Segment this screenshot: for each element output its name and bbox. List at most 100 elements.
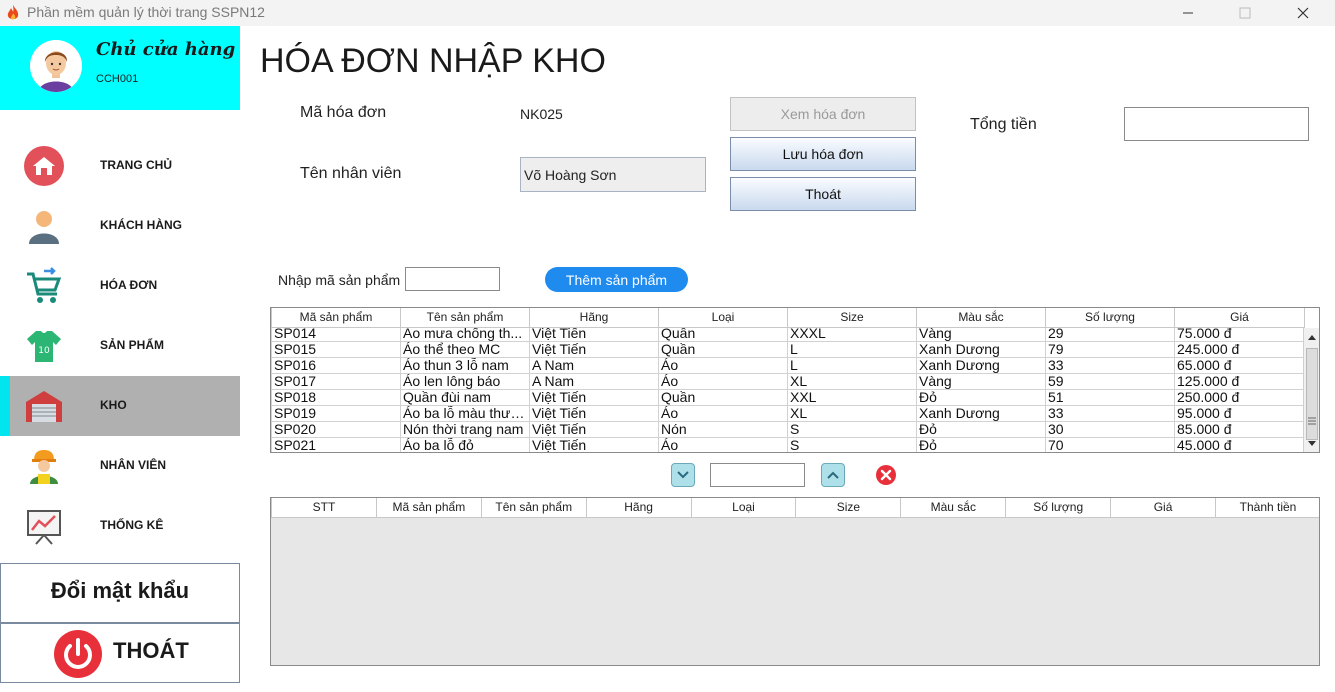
product-table-grid: SP014 Áo mưa chống th... Việt Tiến Quần XXXL…: [271, 328, 1304, 452]
table-cell: Áo mưa chống th...: [400, 328, 530, 342]
save-invoice-button[interactable]: Lưu hóa đơn: [730, 137, 916, 171]
avatar: [30, 40, 82, 92]
table-cell: 95.000 đ: [1174, 405, 1304, 422]
table-cell: SP021: [271, 437, 401, 452]
window-title: Phần mềm quản lý thời trang SSPN12: [27, 4, 265, 20]
table-cell: 125.000 đ: [1174, 373, 1304, 390]
table-cell: Đỏ: [916, 389, 1046, 406]
nav-item-products[interactable]: 10 SẢN PHẨM: [0, 316, 240, 376]
table-cell: Việt Tiến: [529, 328, 659, 342]
table-cell: SP019: [271, 405, 401, 422]
chevron-down-icon: [677, 471, 689, 479]
svg-text:10: 10: [38, 346, 50, 356]
table-cell: Áo thể theo MC: [400, 341, 530, 358]
table-cell: Áo ba lỗ đỏ: [400, 437, 530, 452]
logout-button[interactable]: THOÁT: [0, 623, 240, 683]
scroll-thumb[interactable]: [1306, 348, 1318, 440]
table-cell: 65.000 đ: [1174, 357, 1304, 374]
add-product-button[interactable]: Thêm sản phẩm: [545, 267, 688, 292]
product-code-input[interactable]: [405, 267, 500, 291]
table-row[interactable]: SP019 Áo ba lỗ màu thườ... Việt Tiến Áo XL Xa…: [271, 405, 1304, 422]
column-header[interactable]: Tên sản phẩm: [480, 498, 587, 518]
table-cell: Áo ba lỗ màu thườ...: [400, 405, 530, 422]
table-cell: XL: [787, 405, 917, 422]
nav-item-customers[interactable]: KHÁCH HÀNG: [0, 196, 240, 256]
table-cell: Áo: [658, 405, 788, 422]
table-cell: Quần: [658, 389, 788, 406]
delete-icon: [876, 465, 896, 485]
table-row[interactable]: SP016 Áo thun 3 lỗ nam A Nam Áo L Xanh Dương 3…: [271, 357, 1304, 374]
maximize-icon: [1239, 7, 1251, 19]
active-indicator: [0, 376, 10, 436]
column-header[interactable]: Số lượng: [1045, 308, 1175, 328]
nav-item-invoices[interactable]: HÓA ĐƠN: [0, 256, 240, 316]
nav-item-warehouse[interactable]: KHO: [0, 376, 240, 436]
change-password-button[interactable]: Đổi mật khẩu: [0, 563, 240, 623]
column-header[interactable]: Màu sắc: [900, 498, 1007, 518]
nav-item-statistics[interactable]: THỐNG KÊ: [0, 496, 240, 556]
table-row[interactable]: SP015 Áo thể theo MC Việt Tiến Quần L Xanh Dư…: [271, 341, 1304, 358]
nav-label-customers: KHÁCH HÀNG: [100, 218, 182, 232]
nav-label-invoices: HÓA ĐƠN: [100, 278, 158, 292]
column-header[interactable]: Loại: [690, 498, 797, 518]
table-cell: S: [787, 437, 917, 452]
scroll-grip-icon: [1308, 417, 1316, 425]
table-row[interactable]: SP014 Áo mưa chống th... Việt Tiến Quần XXXL…: [271, 328, 1304, 342]
minimize-button[interactable]: [1165, 0, 1211, 26]
table-cell: 59: [1045, 373, 1175, 390]
title-bar: Phần mềm quản lý thời trang SSPN12: [0, 0, 1335, 26]
close-button[interactable]: [1280, 0, 1326, 26]
cart-table: STT Mã sản phẩm Tên sản phẩm Hãng Loại Size Mà…: [270, 497, 1320, 666]
table-cell: 30: [1045, 421, 1175, 438]
table-cell: SP016: [271, 357, 401, 374]
column-header[interactable]: Số lượng: [1005, 498, 1112, 518]
maximize-button[interactable]: [1222, 0, 1268, 26]
column-header[interactable]: Giá: [1174, 308, 1305, 328]
column-header[interactable]: Size: [787, 308, 917, 328]
customer-icon: [29, 211, 59, 244]
table-cell: 79: [1045, 341, 1175, 358]
column-header[interactable]: STT: [271, 498, 377, 518]
column-header[interactable]: Mã sản phẩm: [271, 308, 401, 328]
increase-button[interactable]: [821, 463, 845, 487]
user-role: Chủ cửa hàng: [96, 39, 236, 60]
table-cell: Đỏ: [916, 437, 1046, 452]
table-cell: Áo: [658, 373, 788, 390]
table-row[interactable]: SP021 Áo ba lỗ đỏ Việt Tiến Áo S Đỏ 70 45.000 đ: [271, 437, 1304, 452]
column-header[interactable]: Hãng: [529, 308, 659, 328]
cart-table-body[interactable]: [271, 518, 1319, 665]
table-cell: SP015: [271, 341, 401, 358]
scroll-up-icon[interactable]: [1304, 330, 1320, 344]
quantity-input[interactable]: [710, 463, 805, 487]
user-panel: Chủ cửa hàng CCH001: [0, 26, 240, 110]
nav-item-staff[interactable]: NHÂN VIÊN: [0, 436, 240, 496]
total-field[interactable]: [1124, 107, 1309, 141]
column-header[interactable]: Màu sắc: [916, 308, 1046, 328]
column-header[interactable]: Thành tiền: [1215, 498, 1319, 518]
column-header[interactable]: Mã sản phẩm: [375, 498, 482, 518]
table-cell: 29: [1045, 328, 1175, 342]
table-cell: 51: [1045, 389, 1175, 406]
table-row[interactable]: SP020 Nón thời trang nam Việt Tiến Nón S Đỏ 30…: [271, 421, 1304, 438]
table-row[interactable]: SP018 Quần đùi nam Việt Tiến Quần XXL Đỏ 51 250…: [271, 389, 1304, 406]
table-cell: Việt Tiến: [529, 421, 659, 438]
column-header[interactable]: Size: [795, 498, 902, 518]
table-cell: Áo thun 3 lỗ nam: [400, 357, 530, 374]
sidebar: Chủ cửa hàng CCH001 TRANG CHỦ KHÁCH HÀNG…: [0, 26, 240, 692]
remove-item-button[interactable]: [874, 463, 898, 487]
table-row[interactable]: SP017 Áo len lông báo A Nam Áo XL Vàng 59 125.0…: [271, 373, 1304, 390]
table-cell: Quần: [658, 328, 788, 342]
view-invoice-button[interactable]: Xem hóa đơn: [730, 97, 916, 131]
nav-item-home[interactable]: TRANG CHỦ: [0, 136, 240, 196]
column-header[interactable]: Hãng: [585, 498, 692, 518]
scroll-down-icon[interactable]: [1304, 437, 1320, 451]
table-cell: Việt Tiến: [529, 405, 659, 422]
decrease-button[interactable]: [671, 463, 695, 487]
exit-button[interactable]: Thoát: [730, 177, 916, 211]
table-cell: SP017: [271, 373, 401, 390]
column-header[interactable]: Loại: [658, 308, 788, 328]
column-header[interactable]: Tên sản phẩm: [400, 308, 530, 328]
product-table-scrollbar[interactable]: [1303, 328, 1320, 452]
table-cell: L: [787, 357, 917, 374]
column-header[interactable]: Giá: [1110, 498, 1217, 518]
